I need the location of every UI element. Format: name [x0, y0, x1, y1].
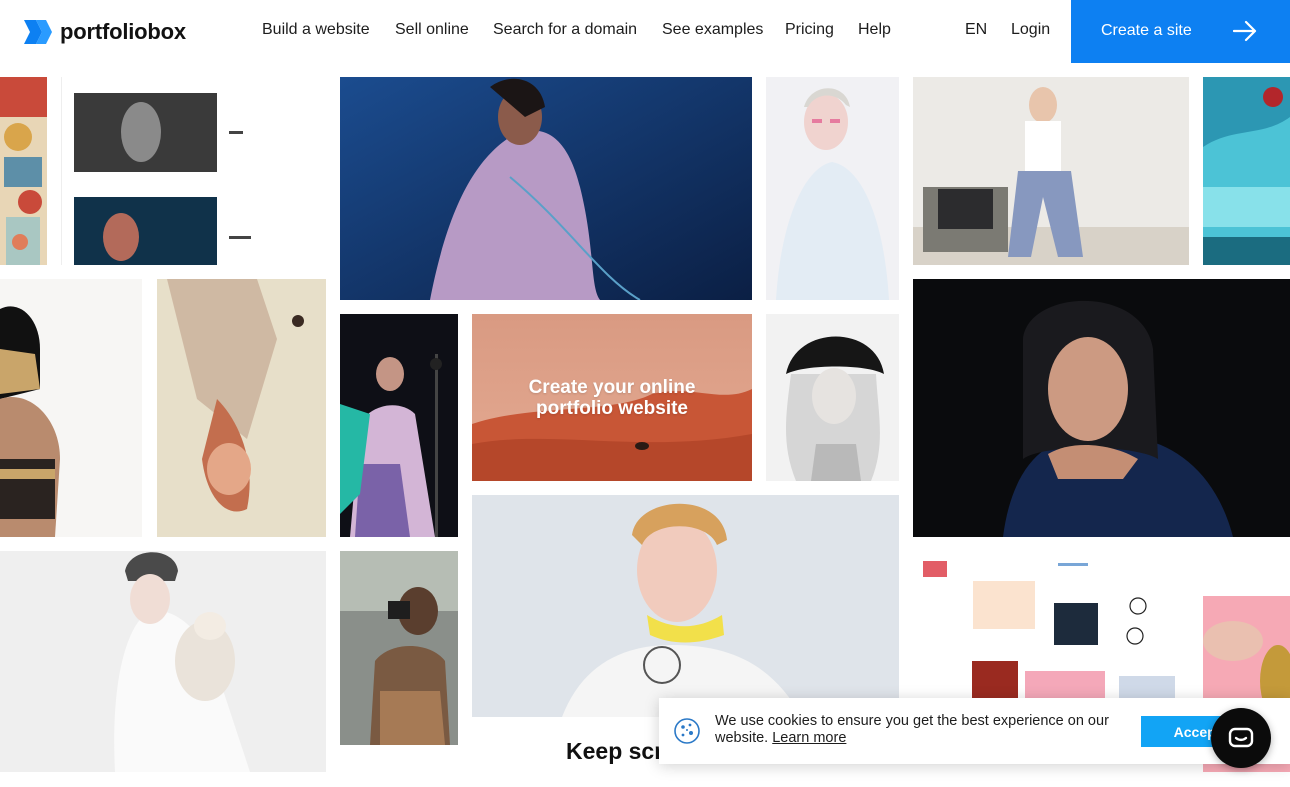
nav-pricing[interactable]: Pricing	[785, 21, 834, 39]
gallery-tile-photographer[interactable]	[340, 551, 458, 745]
gallery-tile-white-coat[interactable]	[766, 77, 899, 300]
gallery-tile-black-hat[interactable]	[766, 314, 899, 481]
hero-headline: Create your online portfolio website	[472, 314, 752, 481]
gallery-tile-yellow-collar[interactable]	[472, 495, 899, 717]
gallery-tile-portfolio-layout[interactable]	[61, 77, 325, 265]
arrow-right-icon	[1233, 20, 1257, 42]
login-link[interactable]: Login	[1011, 21, 1050, 39]
learn-more-link[interactable]: Learn more	[772, 730, 846, 746]
keep-scrolling-heading: Keep scr	[566, 738, 664, 764]
language-selector[interactable]: EN	[965, 21, 987, 39]
gallery-tile-woman-dog[interactable]	[0, 551, 326, 772]
create-site-label: Create a site	[1101, 22, 1192, 39]
gallery-tile-dark-portrait[interactable]	[913, 279, 1290, 537]
nav-build-website[interactable]: Build a website	[262, 21, 370, 39]
gallery-tile-gold-jewelry[interactable]	[0, 279, 142, 537]
gallery-tile-singer[interactable]	[340, 314, 458, 537]
hero-desert-tile[interactable]: Create your online portfolio website	[472, 314, 752, 481]
cookie-banner: We use cookies to ensure you get the bes…	[659, 698, 1290, 764]
create-site-button[interactable]: Create a site	[1071, 0, 1290, 63]
logo-text: portfoliobox	[60, 19, 186, 44]
gallery-tile-phone-portrait[interactable]	[340, 77, 752, 300]
nav-help[interactable]: Help	[858, 21, 891, 39]
gallery-tile-upside-down[interactable]	[157, 279, 326, 537]
nav-see-examples[interactable]: See examples	[662, 21, 763, 39]
cookie-icon	[674, 718, 700, 744]
nav-search-domain[interactable]: Search for a domain	[493, 21, 637, 39]
gallery-tile-illustration[interactable]	[0, 77, 47, 265]
hero-line-1: Create your online	[528, 376, 696, 398]
hero-line-2: portfolio website	[536, 397, 688, 419]
header: portfoliobox Build a website Sell online…	[0, 0, 1290, 63]
gallery-tile-car[interactable]	[1203, 77, 1290, 265]
cookie-message: We use cookies to ensure you get the bes…	[715, 713, 1125, 747]
chat-button[interactable]	[1211, 708, 1271, 768]
logo[interactable]: portfoliobox	[22, 17, 186, 47]
nav-sell-online[interactable]: Sell online	[395, 21, 469, 39]
portfoliobox-logo-icon	[24, 20, 52, 44]
gallery-tile-sitting-woman[interactable]	[913, 77, 1189, 265]
chat-icon	[1228, 727, 1254, 748]
